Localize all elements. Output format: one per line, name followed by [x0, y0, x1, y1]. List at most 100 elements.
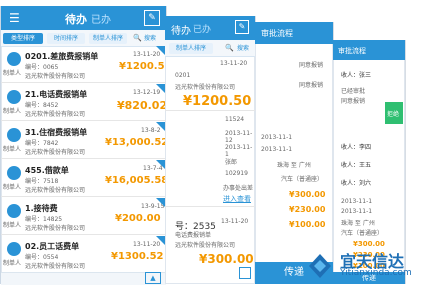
list-item[interactable]: 制单人 31.住宿费报销单 编号：7842 远光软件股份有限公司 13-8-2 … [1, 122, 169, 159]
item-id: 编号：14825 [25, 216, 63, 223]
middle-detail-2: 2013-11-12 [225, 130, 253, 144]
third-row-1: 同意报销 [299, 62, 324, 69]
item-role: 制单人 [3, 184, 22, 191]
item-amount: ¥16,005.58 [105, 175, 169, 186]
list-item[interactable]: 制单人 455.借款单 编号：7518 远光软件股份有限公司 13-7-4 ¥1… [1, 160, 169, 197]
middle-divider [165, 110, 255, 111]
item-amount: ¥200.00 [115, 213, 161, 224]
right-date-2: 2013-11-1 [341, 208, 373, 215]
right-place: 珠海 至 广州 [341, 220, 375, 227]
list-item[interactable]: 制单人 21.电话费报销单 编号：8452 远光软件股份有限公司 13-12-1… [1, 84, 168, 121]
right-status-2: 同意报销 [341, 98, 366, 105]
brand-logo: 宜天信达 Yitianxinda.com [300, 240, 427, 287]
left-bottom-bar [1, 272, 166, 285]
third-row-2: 同意报销 [299, 82, 324, 89]
right-person-1: 收人：张三 [341, 72, 372, 79]
divider [1, 82, 166, 83]
item-amount: ¥1200.50 [119, 61, 172, 72]
left-edit-icon[interactable]: ✎ [144, 10, 160, 26]
logo-icon [309, 254, 331, 278]
divider [1, 196, 166, 197]
middle-edit-icon[interactable]: ✎ [235, 20, 249, 34]
item-role: 制单人 [3, 70, 22, 77]
item-title: 02.员工话费单 [25, 242, 80, 251]
item-role: 制单人 [3, 222, 22, 229]
right-status-1: 已经审批 [341, 88, 366, 95]
item-id: 编号：0065 [25, 64, 59, 71]
middle-top-date: 13-11-20 [220, 60, 248, 67]
image-icon[interactable]: ▲ [145, 272, 161, 284]
list-item[interactable]: 制单人 0201.差旅费报销单 编号：0065 远光软件股份有限公司 13-11… [1, 46, 172, 83]
divider [1, 120, 166, 121]
right-title: 审批流程 [338, 47, 366, 55]
middle-bottom-date: 13-11-20 [221, 218, 249, 225]
middle-search-icon[interactable]: 🔍 [225, 44, 234, 52]
item-company: 远光软件股份有限公司 [25, 225, 86, 232]
right-person-3: 收人：王五 [341, 162, 372, 169]
avatar-icon [7, 90, 21, 104]
avatar-icon [7, 204, 21, 218]
third-place: 珠海 至 广州 [277, 162, 311, 169]
avatar-icon [7, 166, 21, 180]
middle-filter-maker[interactable]: 制单人排序 [169, 43, 213, 54]
middle-tab-todo[interactable]: 待办 [171, 22, 191, 37]
divider [1, 234, 166, 235]
right-person-2: 收人：李四 [341, 144, 372, 151]
left-back-icon[interactable]: ☰ [9, 11, 25, 25]
right-date-1: 2013-11-1 [341, 198, 373, 205]
third-title: 审批流程 [261, 29, 293, 38]
middle-bottom-company: 远光软件股份有限公司 [175, 242, 236, 249]
left-tab-done[interactable]: 已办 [91, 11, 111, 26]
item-amount: ¥13,000.52 [105, 137, 169, 148]
item-company: 远光软件股份有限公司 [25, 149, 86, 156]
item-company: 远光软件股份有限公司 [25, 111, 86, 118]
item-company: 远光软件股份有限公司 [25, 263, 86, 270]
left-tab-todo[interactable]: 待办 [65, 11, 87, 27]
middle-top-company: 远光软件股份有限公司 [175, 84, 236, 91]
item-id: 编号：7842 [25, 140, 59, 147]
item-title: 21.电话费报销单 [25, 90, 88, 99]
third-date-2: 2013-11-1 [261, 146, 293, 153]
third-date-1: 2013-11-1 [261, 134, 293, 141]
right-person-4: 收人：刘六 [341, 180, 372, 187]
middle-bottom-amount: ¥300.00 [199, 252, 254, 266]
filter-time[interactable]: 时间排序 [47, 33, 85, 44]
third-transport: 汽车（普通座） [281, 176, 324, 183]
avatar-icon [7, 128, 21, 142]
middle-detail-4: 张郎 [225, 159, 238, 166]
middle-grid-icon[interactable] [239, 267, 251, 279]
item-title: 0201.差旅费报销单 [25, 52, 99, 61]
item-role: 制单人 [3, 260, 22, 267]
middle-top-id: 0201 [175, 72, 191, 79]
list-item[interactable]: 制单人 02.员工话费单 编号：0554 远光软件股份有限公司 13-11-20… [1, 236, 166, 273]
filter-maker[interactable]: 制单人排序 [89, 33, 127, 44]
item-company: 远光软件股份有限公司 [25, 187, 86, 194]
item-id: 编号：0554 [25, 254, 59, 261]
middle-phone: 待办 已办 ✎ 制单人排序 🔍 搜索 13-11-20 0201 远光软件股份有… [165, 16, 256, 284]
middle-divider-2 [165, 206, 255, 207]
third-amount-2: ¥230.00 [289, 205, 326, 214]
middle-detail-3: 2013-11-1 [225, 144, 253, 158]
middle-tab-done[interactable]: 已办 [193, 22, 211, 35]
item-amount: ¥1300.52 [111, 251, 164, 262]
logo-subtitle: Yitianxinda.com [340, 268, 412, 278]
middle-detail-6: 办事处出差 [223, 185, 254, 192]
item-title: 455.借款单 [25, 166, 69, 175]
filter-search-icon[interactable]: 🔍 [133, 34, 142, 42]
right-side-label: 拒绝 [387, 111, 400, 118]
filter-search[interactable]: 搜索 [144, 33, 156, 42]
left-phone: ☰ 待办 已办 ✎ 类型排序 时间排序 制单人排序 🔍 搜索 制单人 0201.… [0, 6, 172, 285]
third-amount-1: ¥300.00 [289, 190, 326, 199]
item-company: 远光软件股份有限公司 [25, 73, 86, 80]
list-item[interactable]: 制单人 1.接待费 编号：14825 远光软件股份有限公司 13-9-15 ¥2… [1, 198, 166, 235]
left-list: 制单人 0201.差旅费报销单 编号：0065 远光软件股份有限公司 13-11… [1, 46, 172, 273]
middle-filter-search[interactable]: 搜索 [237, 43, 249, 52]
filter-type[interactable]: 类型排序 [3, 33, 43, 44]
middle-top-amount: ¥1200.50 [183, 94, 252, 109]
middle-detail-5: 102919 [225, 170, 248, 177]
middle-view-link[interactable]: 进入查看 [223, 194, 251, 204]
item-title: 1.接待费 [25, 204, 58, 213]
divider [1, 158, 166, 159]
middle-detail-1: 11524 [225, 116, 245, 123]
item-amount: ¥820.02 [117, 99, 168, 112]
